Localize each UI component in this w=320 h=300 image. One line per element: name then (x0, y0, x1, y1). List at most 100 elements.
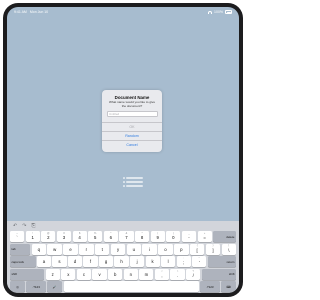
key-;[interactable]: :; (176, 256, 191, 268)
key-primary-label: , (161, 272, 163, 278)
key-7[interactable]: & 7 (119, 231, 134, 242)
key-secondary-label: & (125, 231, 128, 235)
key-primary-label: 2 (47, 235, 50, 240)
key-f[interactable]: f (83, 256, 98, 268)
redo-icon[interactable]: ↷ (22, 223, 26, 229)
key-/[interactable]: ? / (186, 268, 201, 280)
status-bar: 9:41 AM Mon Jun 10 100% (7, 7, 239, 17)
key-y[interactable]: y (110, 243, 126, 255)
key-`[interactable]: ~ ` (10, 231, 25, 242)
key-t[interactable]: t (94, 243, 110, 255)
key-x[interactable]: x (61, 268, 76, 280)
key-0[interactable]: ) 0 (166, 231, 181, 242)
key-primary-label: ` (16, 235, 18, 240)
keyboard-row-home: caps lock a s d f g h j k l:; " ' return (10, 256, 236, 268)
document-name-input[interactable] (106, 111, 158, 118)
key-o[interactable]: o (158, 243, 173, 255)
key-primary-label: 7 (125, 235, 128, 240)
key-primary-label: [ (196, 247, 198, 253)
key-a[interactable]: a (36, 256, 52, 268)
key-,[interactable]: <, (154, 268, 170, 280)
key-k[interactable]: k (145, 256, 160, 268)
key-i[interactable]: i (142, 243, 157, 255)
key-s[interactable]: s (52, 256, 67, 268)
key-n[interactable]: n (123, 268, 138, 280)
key-q[interactable]: q (31, 243, 47, 255)
key-h[interactable]: h (114, 256, 129, 268)
space-key[interactable] (63, 281, 199, 293)
key-w[interactable]: w (47, 243, 62, 255)
key-v[interactable]: v (92, 268, 107, 280)
key-[[interactable]: {[ (189, 243, 205, 255)
document-name-dialog: Document Name What name would you like t… (102, 90, 162, 152)
key-secondary-label: + (203, 231, 206, 235)
key-'[interactable]: " ' (192, 256, 207, 268)
key-8[interactable]: * 8 (135, 231, 150, 242)
numbers-key-right[interactable]: .?123 (200, 281, 220, 293)
return-key[interactable]: return (207, 256, 236, 268)
key-secondary-label: * (141, 231, 143, 235)
microphone-icon[interactable]: 🎤 (47, 281, 63, 293)
battery-icon (225, 10, 232, 14)
caps-lock-key[interactable]: caps lock (10, 256, 36, 268)
numbers-key[interactable]: .?123 (26, 281, 46, 293)
key-m[interactable]: m (139, 268, 154, 280)
placeholder-bar (126, 180, 144, 183)
key-secondary-label: @ (47, 231, 50, 235)
key-primary-label: 4 (78, 235, 81, 240)
key-primary-label: - (188, 235, 190, 240)
key-e[interactable]: e (63, 243, 78, 255)
ok-button[interactable]: OK (102, 122, 162, 131)
key-1[interactable]: ! 1 (25, 231, 40, 242)
key-p[interactable]: p (174, 243, 189, 255)
shift-key-left[interactable]: shift (10, 268, 45, 280)
key-4[interactable]: $4 (72, 231, 87, 242)
key-j[interactable]: j (130, 256, 145, 268)
key-primary-label: 0 (172, 235, 175, 240)
key-][interactable]: }] (205, 243, 221, 255)
key--[interactable]: _ - (181, 231, 197, 242)
ipad-frame: 9:41 AM Mon Jun 10 100% Document Name Wh… (3, 3, 243, 297)
key-5[interactable]: % 5 (88, 231, 103, 242)
key-d[interactable]: d (67, 256, 83, 268)
globe-icon[interactable]: ◎ (10, 281, 25, 293)
key-6[interactable]: ^ 6 (103, 231, 118, 242)
key-secondary-label: ~ (16, 231, 18, 235)
paste-icon[interactable]: ⎘ (31, 223, 35, 229)
key-secondary-label: ? (192, 269, 194, 273)
key-primary-label: 8 (140, 235, 144, 240)
key-secondary-label: " (198, 256, 200, 260)
background-placeholder-list (123, 177, 145, 189)
status-time: 9:41 AM (14, 10, 27, 14)
key-.[interactable]: >. (170, 268, 185, 280)
key-\[interactable]: | \ (221, 243, 237, 255)
key-primary-label: 6 (109, 235, 113, 240)
key-l[interactable]: l (161, 256, 176, 268)
keyboard-dismiss-icon[interactable]: ⌨ (220, 281, 236, 293)
random-button[interactable]: Random (102, 131, 162, 140)
key-3[interactable]: #3 (56, 231, 72, 242)
key-z[interactable]: z (45, 268, 60, 280)
keyboard-row-qwerty: tab q w e r t y u i o p{[}] | \ (10, 243, 237, 255)
key-primary-label: / (192, 272, 194, 278)
cancel-button[interactable]: Cancel (102, 140, 162, 149)
tab-key[interactable]: tab (10, 243, 31, 255)
key-9[interactable]: (9 (150, 231, 165, 242)
key-g[interactable]: g (98, 256, 114, 268)
key-r[interactable]: r (79, 243, 94, 255)
key-secondary-label: ! (32, 231, 34, 235)
key-primary-label: . (176, 272, 179, 278)
key-u[interactable]: u (126, 243, 142, 255)
key-=[interactable]: + = (197, 231, 212, 242)
key-primary-label: ] (212, 247, 214, 253)
delete-key[interactable]: delete (213, 231, 236, 242)
key-b[interactable]: b (108, 268, 123, 280)
status-date: Mon Jun 10 (29, 10, 49, 14)
keyboard-row-space: ◎ .?123 🎤 .?123 ⌨ (10, 281, 236, 293)
shift-key-right[interactable]: shift (201, 268, 236, 280)
key-2[interactable]: @2 (41, 231, 56, 242)
key-secondary-label: _ (188, 231, 190, 235)
key-secondary-label: < (161, 269, 163, 273)
undo-icon[interactable]: ↶ (13, 223, 17, 229)
key-c[interactable]: c (76, 268, 92, 280)
